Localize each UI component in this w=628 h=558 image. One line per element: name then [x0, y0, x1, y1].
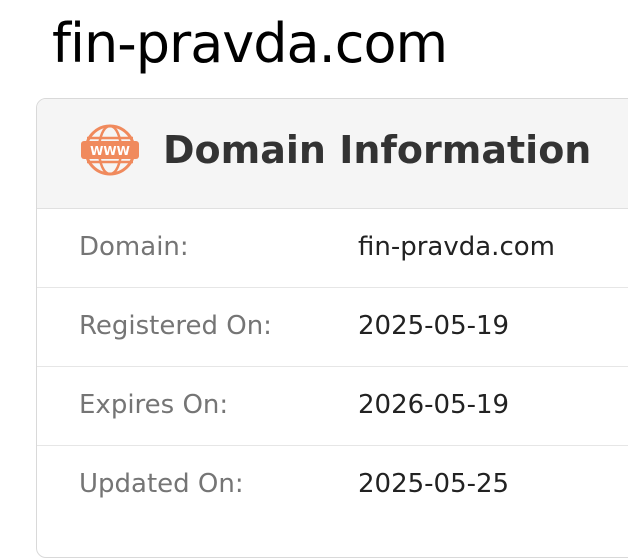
info-row-updated: Updated On: 2025-05-25: [37, 446, 628, 525]
card-title: Domain Information: [163, 128, 592, 172]
row-value: fin-pravda.com: [358, 232, 555, 262]
info-row-expires: Expires On: 2026-05-19: [37, 367, 628, 446]
row-value: 2026-05-19: [358, 390, 510, 420]
domain-info-card: WWW Domain Information Domain: fin-pravd…: [36, 98, 628, 558]
row-label: Domain:: [79, 232, 189, 262]
row-label: Expires On:: [79, 390, 229, 420]
info-row-registered: Registered On: 2025-05-19: [37, 288, 628, 367]
www-globe-icon: WWW: [81, 124, 139, 176]
row-label: Registered On:: [79, 311, 272, 341]
info-rows: Domain: fin-pravda.com Registered On: 20…: [37, 209, 628, 525]
card-header: WWW Domain Information: [37, 99, 628, 209]
info-row-domain: Domain: fin-pravda.com: [37, 209, 628, 288]
page-title: fin-pravda.com: [52, 12, 448, 75]
row-value: 2025-05-25: [358, 469, 510, 499]
row-label: Updated On:: [79, 469, 244, 499]
www-icon-text: WWW: [90, 144, 130, 158]
row-value: 2025-05-19: [358, 311, 510, 341]
